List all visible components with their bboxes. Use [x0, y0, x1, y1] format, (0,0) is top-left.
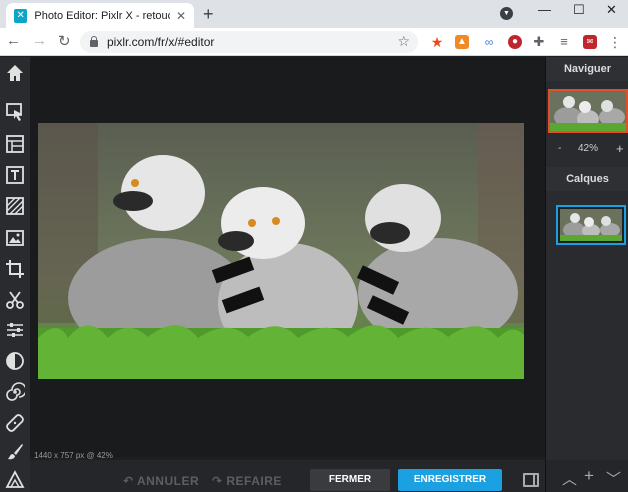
reading-list-icon[interactable]: ≡: [557, 35, 571, 49]
browser-tab[interactable]: ✕ Photo Editor: Pixlr X - retouche p ✕: [6, 3, 194, 28]
editor-bottom-bar: ↶ ANNULER ↷ REFAIRE FERMER ENREGISTRER: [30, 460, 545, 492]
photo-canvas[interactable]: [38, 123, 524, 379]
tool-sidebar: [0, 57, 30, 492]
new-tab-button[interactable]: +: [203, 4, 214, 25]
extensions-puzzle-icon[interactable]: ✚: [532, 35, 546, 49]
extension-chart-icon[interactable]: ▲: [455, 35, 469, 49]
chevron-up-icon[interactable]: ︿: [562, 468, 577, 489]
home-icon: [7, 65, 23, 81]
screen: ✕ Photo Editor: Pixlr X - retouche p ✕ +…: [0, 0, 628, 492]
undo-label: ANNULER: [136, 474, 200, 488]
add-layer-icon[interactable]: +: [584, 466, 594, 486]
sliders-icon: [7, 323, 23, 337]
layers-title: Calques: [546, 167, 628, 191]
save-button[interactable]: ENREGISTRER: [398, 469, 502, 491]
draw-tool[interactable]: [0, 438, 30, 466]
pixlr-favicon-icon: ✕: [14, 8, 28, 23]
forward-arrow-icon[interactable]: →: [32, 32, 47, 49]
reload-icon[interactable]: ↻: [58, 32, 71, 50]
zoom-out-button[interactable]: -: [558, 143, 561, 154]
arrange-tool[interactable]: [0, 98, 30, 126]
undo-button[interactable]: ↶ ANNULER: [123, 474, 199, 488]
pixlr-editor: 1440 x 757 px @ 42% ↶ ANNULER ↷ REFAIRE …: [0, 57, 628, 492]
brush-icon: [8, 444, 23, 460]
crop-tool[interactable]: [0, 255, 30, 283]
chrome-menu-icon[interactable]: ⋮: [608, 35, 622, 49]
zoom-level: 42%: [578, 143, 599, 154]
window-close-icon[interactable]: ✕: [606, 2, 617, 18]
hatch-icon: [6, 197, 24, 215]
chevron-down-icon[interactable]: ﹀: [606, 468, 621, 489]
triangle-shapes-icon: [5, 470, 25, 488]
lock-icon: [90, 35, 98, 47]
panel-toggle-icon[interactable]: [523, 473, 539, 487]
browser-tab-strip: ✕ Photo Editor: Pixlr X - retouche p ✕ +…: [0, 0, 628, 28]
back-arrow-icon[interactable]: ←: [6, 32, 21, 49]
layer-preview: [560, 209, 622, 241]
maximize-icon[interactable]: ☐: [573, 2, 585, 18]
image-icon: [6, 230, 24, 246]
zoom-in-button[interactable]: +: [616, 141, 624, 156]
text-icon: [6, 166, 24, 184]
retouch-tool[interactable]: [0, 409, 30, 437]
minimize-icon[interactable]: —: [538, 2, 551, 17]
extension-shield-icon[interactable]: ●: [508, 35, 522, 49]
navigator-title: Naviguer: [546, 57, 628, 81]
cutout-tool[interactable]: [0, 286, 30, 314]
lemurs-photo: [38, 123, 524, 379]
liquify-tool[interactable]: [0, 378, 30, 406]
bandage-icon: [6, 414, 24, 432]
adjust-tool[interactable]: [0, 316, 30, 344]
arrange-cursor-icon: [6, 103, 22, 121]
browser-toolbar: ← → ↻ pixlr.com/fr/x/#editor ☆ ★ ▲ ∞ ● ✚…: [0, 28, 628, 56]
text-tool[interactable]: [0, 161, 30, 189]
extension-link-icon[interactable]: ∞: [482, 35, 496, 49]
image-tool[interactable]: [0, 224, 30, 252]
bookmark-star-icon[interactable]: ☆: [397, 33, 410, 50]
home-tool[interactable]: [0, 59, 30, 87]
navigator-thumbnail[interactable]: [548, 89, 628, 133]
zoom-control: - 42% +: [546, 141, 628, 159]
layout-tool[interactable]: [0, 130, 30, 158]
scissors-icon: [6, 291, 24, 309]
layout-grid-icon: [6, 135, 24, 153]
tab-close-icon[interactable]: ✕: [176, 9, 186, 23]
profile-avatar-icon[interactable]: ✉: [583, 35, 597, 49]
right-panel: Naviguer - 42% + Calques ︿ + ﹀: [545, 57, 628, 492]
close-button[interactable]: FERMER: [310, 469, 390, 491]
canvas-area[interactable]: [30, 57, 545, 457]
filter-tool[interactable]: [0, 347, 30, 375]
layers-toolbar: ︿ + ﹀: [546, 460, 628, 492]
redo-label: REFAIRE: [226, 474, 282, 488]
undo-icon: ↶: [123, 474, 137, 488]
layer-item[interactable]: [556, 205, 626, 245]
image-size-info: 1440 x 757 px @ 42%: [34, 451, 113, 460]
navigator-preview: [550, 91, 626, 131]
tab-title: Photo Editor: Pixlr X - retouche p: [34, 9, 170, 22]
crop-icon: [6, 260, 24, 278]
url-text: pixlr.com/fr/x/#editor: [107, 35, 215, 49]
contrast-icon: [6, 352, 24, 370]
texture-tool[interactable]: [0, 192, 30, 220]
media-control-icon[interactable]: ▼: [500, 7, 513, 20]
redo-icon: ↷: [212, 474, 227, 488]
spiral-icon: [6, 382, 25, 401]
redo-button[interactable]: ↷ REFAIRE: [212, 474, 282, 488]
address-bar[interactable]: pixlr.com/fr/x/#editor ☆: [80, 31, 418, 53]
element-tool[interactable]: [0, 466, 30, 492]
extension-star-icon[interactable]: ★: [430, 35, 444, 49]
